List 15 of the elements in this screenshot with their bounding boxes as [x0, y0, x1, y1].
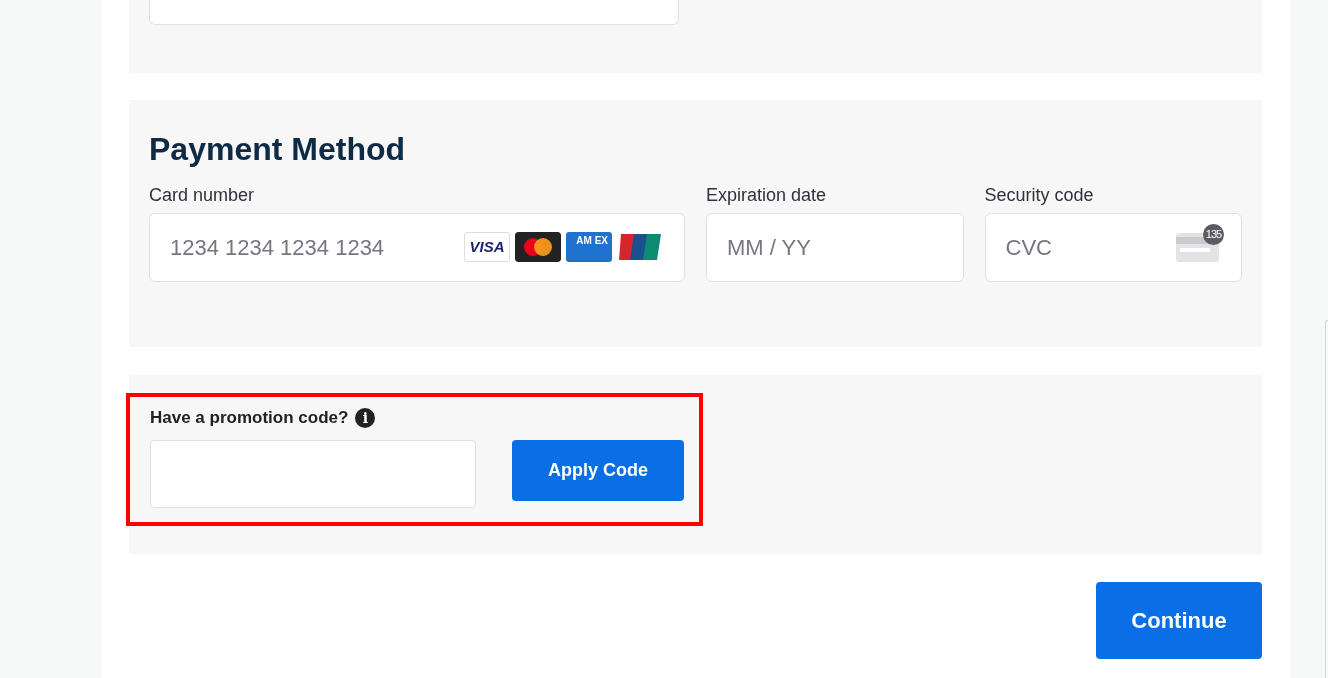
field-label: Expiration date	[706, 184, 828, 206]
visa-card-icon: VISA	[464, 232, 510, 262]
promotion-label: Have a promotion code?	[150, 408, 349, 428]
field-label: Security code	[984, 184, 1095, 206]
input-field[interactable]: MM / YY	[706, 213, 964, 282]
info-icon[interactable]: i	[355, 408, 376, 428]
apply-code-button[interactable]: Apply Code	[512, 440, 684, 501]
unionpay-card-icon	[617, 232, 663, 262]
amex-card-icon: AM EX	[566, 232, 612, 262]
section-title: Payment Method	[149, 130, 407, 168]
field-label: Card number	[149, 184, 256, 206]
promo-code-field[interactable]	[150, 440, 476, 508]
input-field[interactable]	[149, 0, 679, 25]
mastercard-icon	[515, 232, 561, 262]
continue-button[interactable]: Continue	[1096, 582, 1262, 659]
